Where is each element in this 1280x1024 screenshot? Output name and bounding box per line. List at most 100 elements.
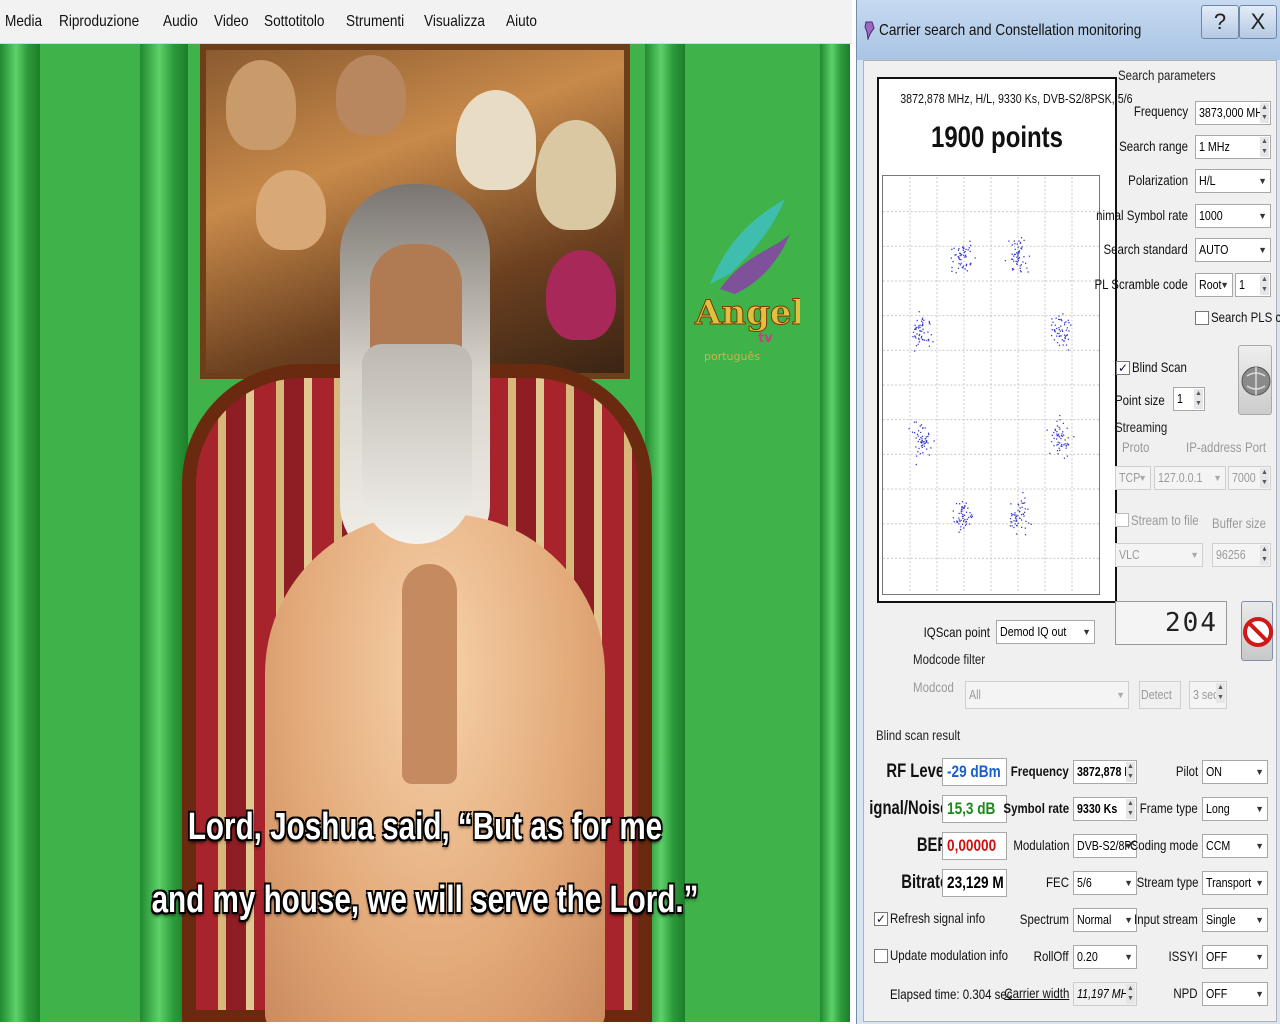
port-input[interactable]: 7000	[1228, 466, 1271, 490]
menu-visualizza[interactable]: Visualizza	[424, 13, 495, 31]
menu-strumenti[interactable]: Strumenti	[346, 13, 414, 31]
pilot-select[interactable]: ON	[1202, 760, 1268, 784]
constellation-point	[1065, 344, 1068, 346]
constellation-point	[1014, 512, 1016, 514]
menu-video[interactable]: Video	[214, 13, 259, 31]
constellation-point	[913, 432, 916, 434]
constellation-point	[1017, 252, 1019, 254]
constellation-point	[958, 519, 961, 521]
npd-select[interactable]: OFF	[1202, 982, 1268, 1006]
constellation-point	[1064, 443, 1066, 445]
constellation-point	[969, 264, 971, 266]
constellation-point	[1021, 526, 1023, 528]
modcode-select[interactable]: All	[965, 681, 1129, 709]
buffer-size-input[interactable]: 96256	[1212, 543, 1271, 567]
constellation-point	[927, 338, 930, 341]
elapsed-time: Elapsed time: 0.304 sec	[890, 986, 1013, 1002]
search-parameters-title: Search parameters	[1118, 67, 1216, 83]
menu-aiuto[interactable]: Aiuto	[506, 13, 547, 31]
constellation-point	[1053, 431, 1055, 434]
refresh-signal-checkbox[interactable]: ✓	[874, 912, 888, 926]
input-stream-select[interactable]: Single	[1202, 908, 1268, 932]
constellation-point	[924, 427, 926, 429]
menu-sottotitolo[interactable]: Sottotitolo	[264, 13, 335, 31]
constellation-point	[1013, 520, 1015, 522]
constellation-point	[1065, 445, 1068, 447]
counter-display: 204	[1115, 601, 1227, 645]
constellation-point	[1056, 449, 1059, 452]
constellation-point	[912, 331, 915, 333]
constellation-point	[919, 324, 921, 326]
pls-code-input[interactable]: 1	[1235, 273, 1271, 297]
close-button[interactable]: X	[1239, 5, 1277, 39]
constellation-point	[1056, 420, 1058, 422]
constellation-point	[1059, 428, 1061, 430]
proto-select[interactable]: TCP	[1115, 466, 1151, 490]
video-frame[interactable]: Angel tv português Lord, Joshua said, “B…	[0, 44, 850, 1022]
refresh-signal-label: Refresh signal info	[890, 910, 986, 926]
constellation-point	[1060, 437, 1062, 440]
stop-button[interactable]	[1241, 601, 1273, 661]
polarization-label: Polarization	[1128, 172, 1188, 188]
constellation-point	[962, 507, 964, 509]
blind-scan-checkbox[interactable]: ✓	[1116, 361, 1130, 375]
dialog-titlebar[interactable]: Carrier search and Constellation monitor…	[857, 0, 1280, 60]
update-modulation-checkbox[interactable]	[874, 949, 888, 963]
person-hands	[402, 564, 457, 784]
constellation-point	[1017, 255, 1019, 257]
help-button[interactable]: ?	[1201, 5, 1239, 39]
menu-audio[interactable]: Audio	[163, 13, 208, 31]
constellation-point	[928, 340, 930, 342]
spectrum-select[interactable]: Normal	[1073, 908, 1137, 932]
player-select[interactable]: VLC	[1115, 543, 1203, 567]
menu-media[interactable]: Media	[5, 13, 52, 31]
min-symbol-rate-select[interactable]: 1000	[1195, 204, 1271, 228]
constellation-point	[918, 447, 920, 450]
menu-riproduzione[interactable]: Riproduzione	[59, 13, 149, 31]
search-range-input[interactable]: 1 MHz	[1195, 135, 1271, 159]
constellation-point	[1067, 437, 1069, 439]
constellation-point	[1017, 522, 1019, 525]
carrier-width-label[interactable]: Carrier width	[1004, 985, 1069, 1001]
constellation-point	[1057, 433, 1060, 435]
constellation-point	[1064, 334, 1066, 336]
constellation-point	[1051, 318, 1053, 320]
constellation-point	[1055, 317, 1057, 319]
constellation-point	[967, 249, 969, 251]
search-pls-checkbox[interactable]	[1195, 311, 1209, 325]
constellation-point	[1059, 419, 1061, 421]
constellation-point	[1059, 414, 1061, 417]
constellation-point	[963, 514, 966, 516]
constellation-point	[951, 266, 953, 269]
constellation-point	[1013, 526, 1015, 529]
globe-button[interactable]	[1238, 345, 1272, 415]
search-standard-select[interactable]: AUTO	[1195, 238, 1271, 262]
frame-type-select[interactable]: Long	[1202, 797, 1268, 821]
fec-select[interactable]: 5/6	[1073, 871, 1137, 895]
pls-mode-select[interactable]: Root	[1195, 273, 1233, 297]
frequency-input[interactable]: 3873,000 MHz	[1195, 101, 1271, 125]
point-size-input[interactable]: 1	[1173, 387, 1205, 411]
constellation-point	[915, 463, 917, 466]
constellation-point	[1014, 516, 1017, 518]
issyi-select[interactable]: OFF	[1202, 945, 1268, 969]
polarization-select[interactable]: H/L	[1195, 169, 1271, 193]
constellation-point	[1059, 330, 1061, 332]
constellation-point	[1009, 517, 1012, 520]
npd-label: NPD	[1173, 985, 1198, 1001]
constellation-point	[930, 447, 932, 449]
modulation-select[interactable]: DVB-S2/8PS	[1073, 834, 1137, 858]
constellation-point	[922, 324, 924, 326]
dialog-title: Carrier search and Constellation monitor…	[879, 22, 1142, 39]
stream-to-file-checkbox[interactable]	[1115, 513, 1129, 527]
detect-time-input[interactable]: 3 sec	[1189, 681, 1227, 709]
constellation-point	[1061, 443, 1063, 446]
detect-button[interactable]: Detect	[1139, 681, 1181, 709]
ip-select[interactable]: 127.0.0.1	[1154, 466, 1226, 490]
rolloff-select[interactable]: 0.20	[1073, 945, 1137, 969]
constellation-point	[970, 516, 973, 519]
iqscan-select[interactable]: Demod IQ out	[996, 620, 1095, 644]
coding-mode-select[interactable]: CCM	[1202, 834, 1268, 858]
constellation-point	[966, 518, 968, 520]
stream-type-select[interactable]: Transport	[1202, 871, 1268, 895]
